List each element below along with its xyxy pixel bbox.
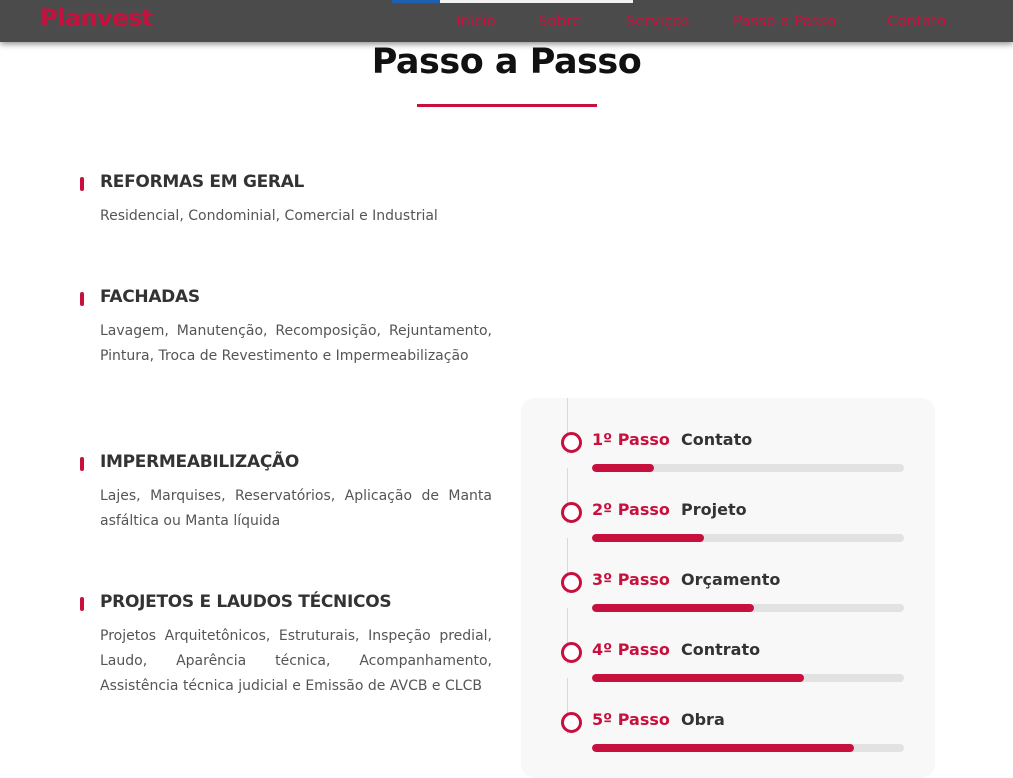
service-title: PROJETOS E LAUDOS TÉCNICOS: [100, 592, 392, 612]
navbar-accent-bar: [392, 0, 633, 3]
steps-card: 1º Passo Contato 2º Passo Projeto 3º Pas…: [521, 398, 935, 778]
step-number: 3º Passo: [592, 570, 670, 589]
service-description: Projetos Arquitetônicos, Estruturais, In…: [100, 628, 492, 694]
step-circle-icon: [561, 572, 582, 593]
step-number: 5º Passo: [592, 710, 670, 729]
step-number: 1º Passo: [592, 430, 670, 449]
nav-link-servicos[interactable]: Serviços: [626, 12, 689, 30]
step-item-2: 2º Passo Projeto: [561, 468, 905, 542]
service-marker: [80, 597, 84, 611]
step-label: Contrato: [681, 640, 761, 659]
service-description: Lajes, Marquises, Reservatórios, Aplicaç…: [100, 488, 492, 529]
service-marker: [80, 177, 84, 191]
nav-menu: Inicio Sobre Serviços Passo a Passo Cont…: [0, 12, 1013, 34]
nav-link-inicio[interactable]: Inicio: [456, 12, 496, 30]
step-label: Projeto: [681, 500, 747, 519]
step-progress-track: [592, 744, 904, 752]
step-circle-icon: [561, 432, 582, 453]
navbar: Planvest Inicio Sobre Serviços Passo a P…: [0, 0, 1013, 42]
service-title: IMPERMEABILIZAÇÃO: [100, 452, 299, 472]
step-item-1: 1º Passo Contato: [561, 398, 905, 472]
step-item-5: 5º Passo Obra: [561, 678, 905, 752]
step-label: Obra: [681, 710, 725, 729]
step-circle-icon: [561, 642, 582, 663]
nav-link-passo-a-passo[interactable]: Passo a Passo: [733, 12, 836, 30]
service-title: FACHADAS: [100, 287, 200, 307]
title-underline: [417, 104, 597, 107]
service-marker: [80, 457, 84, 471]
step-circle-icon: [561, 712, 582, 733]
step-item-4: 4º Passo Contrato: [561, 608, 905, 682]
nav-link-sobre[interactable]: Sobre: [538, 12, 581, 30]
step-progress-fill: [592, 744, 855, 752]
step-circle-icon: [561, 502, 582, 523]
service-description: Lavagem, Manutenção, Recomposição, Rejun…: [100, 323, 492, 364]
section-title: Passo a Passo: [371, 42, 642, 82]
step-item-3: 3º Passo Orçamento: [561, 538, 905, 612]
service-description: Residencial, Condominial, Comercial e In…: [100, 208, 438, 224]
step-label: Orçamento: [681, 570, 781, 589]
step-label: Contato: [681, 430, 753, 449]
nav-link-contato[interactable]: Contato: [887, 12, 946, 30]
service-title: REFORMAS EM GERAL: [100, 172, 305, 192]
step-number: 4º Passo: [592, 640, 670, 659]
service-marker: [80, 292, 84, 306]
step-number: 2º Passo: [592, 500, 670, 519]
